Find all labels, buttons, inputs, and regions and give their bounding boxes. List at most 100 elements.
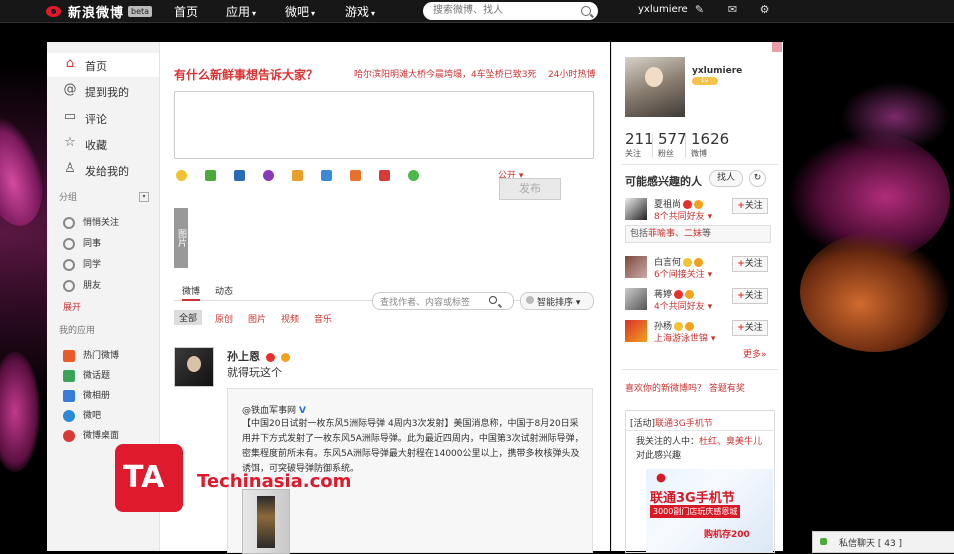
group-item[interactable]: 悄悄关注 <box>63 215 119 229</box>
activity-subtitle: 我关注的人中：杜红、臭美牛儿对此感兴趣 <box>636 435 766 463</box>
repost-image[interactable] <box>242 489 290 554</box>
right-sidebar: yxlumiere Lv 211 关注 577 粉丝 1626 微博 可能感兴趣的人 … <box>611 42 783 553</box>
stat-posts[interactable]: 1626 微博 <box>691 130 729 159</box>
divider <box>652 134 653 158</box>
compose-prompt: 有什么新鲜事想告诉大家？ <box>174 68 319 82</box>
group-label: 同事 <box>83 239 102 249</box>
sidebar-item-mentions[interactable]: @ 提到我的 <box>47 79 159 103</box>
mutual-names[interactable]: 菲喻事、二妹 <box>648 229 702 239</box>
mail-icon[interactable]: ✉ <box>727 4 738 15</box>
nav-games[interactable]: 游戏 ▾ <box>345 3 375 20</box>
filter-images[interactable]: 图片 <box>248 312 266 325</box>
avatar[interactable] <box>174 347 214 387</box>
suggestion-mutual[interactable]: 上海游泳世锦 ▾ <box>654 331 715 344</box>
filter-all[interactable]: 全部 <box>174 310 203 325</box>
suggest-title: 可能感兴趣的人 <box>625 175 702 188</box>
stat-followers[interactable]: 577 粉丝 <box>658 130 687 159</box>
smart-sort-dropdown[interactable]: 智能排序 ▾ <box>520 292 594 310</box>
group-ring-icon <box>63 237 75 250</box>
avatar[interactable] <box>625 320 647 342</box>
sidebar-item-favorites[interactable]: ☆ 收藏 <box>47 132 159 156</box>
app-item-album[interactable]: 微相册 <box>63 388 110 402</box>
stat-following[interactable]: 211 关注 <box>625 130 654 159</box>
app-label: 微吧 <box>83 411 102 421</box>
repost-author[interactable]: @铁血军事网 V <box>242 403 306 416</box>
group-item[interactable]: 同学 <box>63 257 101 271</box>
refresh-icon[interactable]: ↻ <box>749 170 766 187</box>
more-tool-icon[interactable] <box>408 170 419 181</box>
follow-button[interactable]: +关注 <box>732 288 768 304</box>
find-people-button[interactable]: 找人 <box>709 170 743 187</box>
weibo-logo[interactable]: 新浪微博 beta <box>44 2 153 21</box>
group-item[interactable]: 朋友 <box>63 278 101 292</box>
feedback-answer-link[interactable]: 答题有奖 <box>709 384 745 394</box>
search-input[interactable] <box>431 4 580 17</box>
nav-home[interactable]: 首页 <box>174 3 198 20</box>
verified-icon <box>683 258 693 267</box>
private-chat-label: 私信聊天 [ 43 ] <box>839 539 903 549</box>
feed-search[interactable]: 查找作者、内容或标签 <box>372 292 514 310</box>
chart-icon[interactable] <box>350 170 361 181</box>
activity-ad-image[interactable]: 联通3G手机节 3000副门店玩庆感恩城 购机存200 <box>646 469 773 552</box>
music-icon[interactable] <box>263 170 274 181</box>
app-item-weiba[interactable]: 微吧 <box>63 408 101 422</box>
video-icon[interactable] <box>234 170 245 181</box>
nav-weiba[interactable]: 微吧 ▾ <box>285 3 315 20</box>
avatar[interactable] <box>625 57 685 117</box>
search-icon[interactable] <box>489 296 497 304</box>
gear-icon[interactable]: ⚙ <box>759 4 770 15</box>
search-icon[interactable] <box>581 6 591 16</box>
profile-name[interactable]: yxlumiere <box>692 66 742 76</box>
nav-apps[interactable]: 应用 ▾ <box>226 3 256 20</box>
top-username[interactable]: yxlumiere <box>638 4 688 15</box>
follow-button[interactable]: +关注 <box>732 320 768 336</box>
emoji-badge-icon <box>280 352 290 362</box>
follow-button[interactable]: +关注 <box>732 198 768 214</box>
filter-videos[interactable]: 视频 <box>281 312 299 325</box>
activity-title[interactable]: [活动]联通3G手机节 <box>630 416 713 429</box>
sidebar-item-home[interactable]: ⌂ 首页 <box>47 53 159 77</box>
suggestion-mutual[interactable]: 8个共同好友 ▾ <box>654 209 712 222</box>
avatar[interactable] <box>625 288 647 310</box>
filter-music[interactable]: 音乐 <box>314 312 332 325</box>
suggestion-mutual[interactable]: 4个共同好友 ▾ <box>654 299 712 312</box>
follow-button[interactable]: +关注 <box>732 256 768 272</box>
image-side-tab[interactable]: 图片 <box>174 208 188 268</box>
avatar[interactable] <box>625 198 647 220</box>
expand-link[interactable]: 展开 <box>63 300 81 313</box>
tab-weibo[interactable]: 微博 <box>182 284 201 301</box>
app-item-hot[interactable]: 热门微博 <box>63 348 119 362</box>
sidebar-item-messages[interactable]: ♙ 发给我的 <box>47 158 159 182</box>
post-author[interactable]: 孙上恩 <box>227 348 290 364</box>
photo-icon[interactable] <box>379 170 390 181</box>
post-author-name: 孙上恩 <box>227 350 260 363</box>
topic-tool-icon[interactable] <box>292 170 303 181</box>
avatar[interactable] <box>625 256 647 278</box>
sidebar-item-comments[interactable]: ▭ 评论 <box>47 106 159 130</box>
app-item-desktop[interactable]: 微博桌面 <box>63 428 119 442</box>
hot-topic-link[interactable]: 哈尔滨阳明滩大桥今晨垮塌，4车坠桥已致3死 <box>354 67 536 80</box>
vote-icon[interactable] <box>321 170 332 181</box>
private-chat-bar[interactable]: 私信聊天 [ 43 ] <box>812 531 954 553</box>
compose-textarea[interactable] <box>174 91 594 159</box>
suggestion-mutual[interactable]: 6个间接关注 ▾ <box>654 267 712 280</box>
group-toggle-icon[interactable]: ▾ <box>139 192 149 202</box>
more-suggestions-link[interactable]: 更多» <box>743 347 767 360</box>
activity-sub-names[interactable]: 杜红、臭美牛儿 <box>699 437 762 447</box>
filter-original[interactable]: 原创 <box>215 312 233 325</box>
compose-icon[interactable]: ✎ <box>694 4 705 15</box>
feedback-question[interactable]: 喜欢你的新微博吗？ 答题有奖 <box>625 381 745 394</box>
stat-value: 211 <box>625 130 654 148</box>
group-item[interactable]: 同事 <box>63 236 101 250</box>
hot-24h-link[interactable]: 24小时热博 <box>548 67 595 80</box>
techinasia-logo: TA <box>115 444 183 512</box>
app-label: 微博桌面 <box>83 431 120 441</box>
divider <box>622 164 778 165</box>
post-button[interactable]: 发布 <box>499 178 561 200</box>
group-label: 朋友 <box>83 281 102 291</box>
corner-tab[interactable] <box>772 42 782 52</box>
emoji-icon[interactable] <box>176 170 187 181</box>
image-icon[interactable] <box>205 170 216 181</box>
app-item-topic[interactable]: 微话题 <box>63 368 110 382</box>
tab-activity[interactable]: 动态 <box>215 284 233 297</box>
